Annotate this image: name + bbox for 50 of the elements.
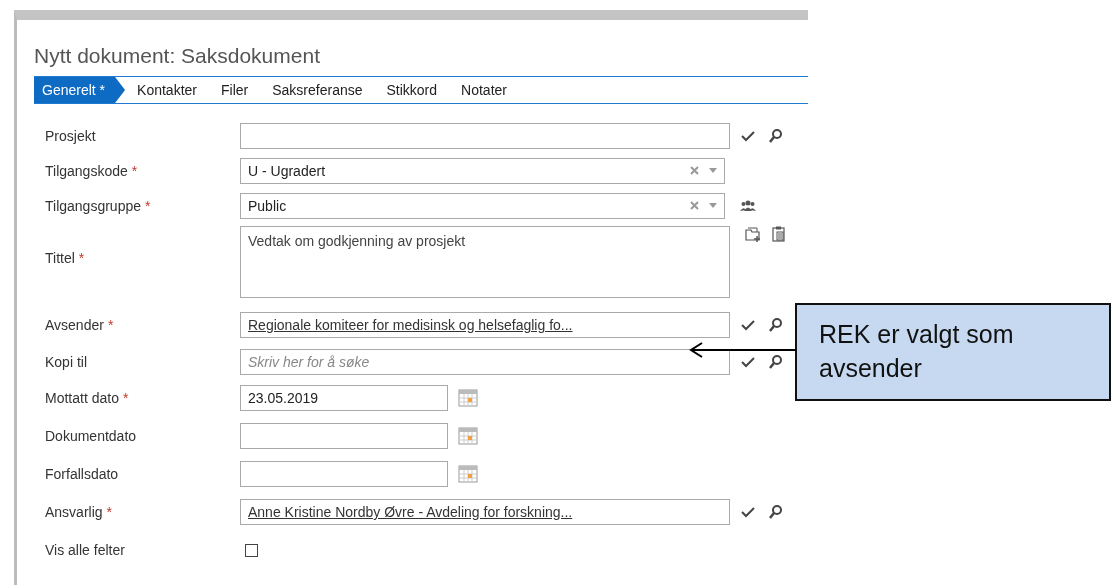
window-title: Nytt dokument: Saksdokument bbox=[34, 44, 321, 69]
check-icon[interactable] bbox=[740, 317, 756, 333]
text-area[interactable]: Vedtak om godkjenning av prosjekt bbox=[240, 226, 730, 298]
field-label: Tittel bbox=[45, 250, 75, 266]
link-text[interactable]: Regionale komiteer for medisinsk og helsefaglig fo... bbox=[248, 317, 573, 333]
search-icon[interactable] bbox=[768, 353, 784, 370]
clipboard-icon[interactable] bbox=[771, 226, 787, 242]
field-label: Kopi til bbox=[45, 353, 88, 370]
field-label: Forfallsdato bbox=[45, 466, 119, 482]
tab[interactable]: Generelt * bbox=[34, 77, 126, 103]
required-mark: * bbox=[78, 250, 85, 266]
date-field[interactable] bbox=[240, 461, 448, 487]
callout-text: REK er valgt som avsender bbox=[819, 319, 1015, 384]
clear-icon[interactable] bbox=[690, 166, 699, 175]
required-mark: * bbox=[106, 504, 113, 520]
caret-icon[interactable] bbox=[709, 168, 717, 173]
clear-icon[interactable] bbox=[690, 201, 699, 210]
checkbox[interactable] bbox=[245, 543, 258, 557]
field-label: Ansvarlig bbox=[45, 504, 103, 520]
search-icon[interactable] bbox=[768, 127, 784, 144]
search-icon[interactable] bbox=[768, 504, 784, 520]
required-mark: * bbox=[145, 197, 151, 214]
field-label: Mottatt dato bbox=[45, 390, 119, 406]
required-mark: * bbox=[122, 390, 129, 406]
text-field[interactable]: Skriv her for å søke bbox=[240, 348, 730, 375]
dropdown-field[interactable]: U - Ugradert bbox=[240, 157, 725, 184]
tab[interactable]: Notater bbox=[449, 77, 519, 103]
date-field[interactable] bbox=[240, 423, 448, 449]
field-label: Tilgangsgruppe bbox=[45, 197, 141, 214]
caret-icon[interactable] bbox=[709, 203, 717, 208]
dropdown-field[interactable]: Public bbox=[240, 192, 725, 219]
lookup-field[interactable]: Regionale komiteer for medisinsk og helsefaglig fo... bbox=[240, 312, 730, 338]
field-label: Avsender bbox=[45, 317, 104, 333]
link-text[interactable]: Anne Kristine Nordby Øvre - Avdeling for forskning... bbox=[248, 504, 573, 520]
required-mark: * bbox=[107, 317, 114, 333]
field-label: Vis alle felter bbox=[45, 542, 125, 558]
tab[interactable]: Stikkord bbox=[374, 77, 450, 103]
tab[interactable]: Saksreferanse bbox=[260, 77, 375, 103]
search-icon[interactable] bbox=[768, 317, 784, 333]
lookup-field[interactable]: Anne Kristine Nordby Øvre - Avdeling for forskning... bbox=[240, 499, 730, 525]
date-field[interactable]: 23.05.2019 bbox=[240, 385, 448, 411]
tab[interactable]: Filer bbox=[209, 77, 261, 103]
field-label: Tilgangskode bbox=[45, 162, 128, 179]
tab[interactable]: Kontakter bbox=[125, 77, 209, 103]
required-mark: * bbox=[131, 162, 138, 179]
folder-add-icon[interactable] bbox=[745, 226, 761, 242]
check-icon[interactable] bbox=[740, 504, 756, 520]
field-label: Prosjekt bbox=[45, 127, 96, 144]
text-field[interactable] bbox=[240, 122, 730, 149]
field-label: Dokumentdato bbox=[45, 428, 137, 444]
